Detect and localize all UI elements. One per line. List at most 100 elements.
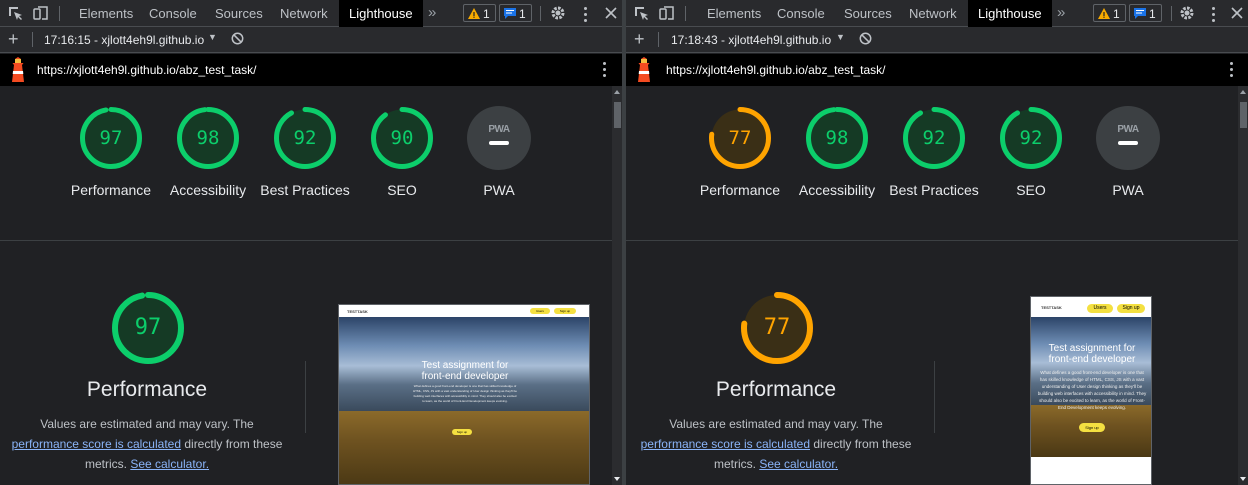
warning-icon — [1098, 8, 1110, 19]
scroll-down-arrow-icon[interactable] — [614, 477, 620, 481]
tab-console[interactable]: Console — [139, 0, 207, 27]
scrollbar-thumb[interactable] — [614, 102, 621, 128]
gauge-best-practices[interactable]: 92 — [273, 106, 337, 170]
gauge-best-practices[interactable]: 92 — [902, 106, 966, 170]
warnings-badge[interactable]: 1 — [1093, 4, 1126, 22]
report-menu-icon[interactable] — [1230, 62, 1233, 80]
report-dropdown-caret-icon[interactable]: ▼ — [208, 32, 217, 42]
performance-big-gauge: 97 — [111, 291, 185, 365]
scrollbar-thumb[interactable] — [1240, 102, 1247, 128]
performance-description: Values are estimated and may vary. The p… — [630, 414, 922, 474]
report-scrollbar[interactable] — [612, 86, 622, 485]
preview-heading: Test assignment for front-end developer — [421, 360, 509, 382]
section-divider — [0, 240, 612, 241]
final-screenshot-thumbnail[interactable]: TESTTASK Users Sign up Test assignment f… — [1030, 296, 1152, 485]
warnings-count: 1 — [483, 7, 490, 21]
preview-hero-button: Sign up — [1079, 423, 1105, 432]
final-screenshot-thumbnail[interactable]: TESTTASK Users Sign up Test assignment f… — [338, 304, 590, 485]
separator — [1171, 6, 1172, 21]
tab-sources[interactable]: Sources — [205, 0, 273, 27]
warnings-badge[interactable]: 1 — [463, 4, 496, 22]
vertical-divider — [305, 361, 306, 433]
gauge-seo[interactable]: 92 — [999, 106, 1063, 170]
more-options-icon[interactable] — [584, 7, 587, 25]
gauge-score: 90 — [390, 127, 414, 149]
more-options-icon[interactable] — [1212, 7, 1215, 25]
preview-paragraph: What defines a good front-end developer … — [413, 384, 517, 403]
performance-description: Values are estimated and may vary. The p… — [1, 414, 293, 474]
message-icon — [504, 8, 516, 19]
gauge-score: 97 — [134, 315, 162, 340]
tab-network[interactable]: Network — [899, 0, 967, 27]
see-calculator-link[interactable]: See calculator. — [759, 457, 838, 471]
more-tabs-chevron-icon[interactable]: » — [428, 0, 436, 27]
gauge-pwa[interactable]: PWA — [467, 106, 531, 170]
clear-all-icon[interactable] — [231, 32, 244, 45]
settings-gear-icon[interactable] — [1178, 4, 1196, 22]
performance-big-gauge: 77 — [740, 291, 814, 365]
new-report-plus-icon[interactable]: + — [8, 28, 19, 50]
tab-console[interactable]: Console — [767, 0, 835, 27]
gauge-performance[interactable]: 97 — [79, 106, 143, 170]
pwa-dash — [489, 141, 509, 145]
see-calculator-link[interactable]: See calculator. — [130, 457, 209, 471]
warnings-count: 1 — [1113, 7, 1120, 21]
report-dropdown-caret-icon[interactable]: ▼ — [836, 32, 845, 42]
messages-badge[interactable]: 1 — [1129, 4, 1162, 22]
settings-gear-icon[interactable] — [549, 4, 567, 22]
gauge-accessibility[interactable]: 98 — [805, 106, 869, 170]
pwa-badge-text: PWA — [488, 124, 510, 135]
report-selector[interactable]: 17:18:43 - xjlott4eh9l.github.io — [671, 33, 831, 47]
report-menu-icon[interactable] — [603, 62, 606, 80]
tab-sources[interactable]: Sources — [834, 0, 902, 27]
clear-all-icon[interactable] — [859, 32, 872, 45]
device-toolbar-icon[interactable] — [658, 4, 676, 22]
close-icon[interactable] — [1228, 4, 1246, 22]
tab-lighthouse[interactable]: Lighthouse — [968, 0, 1052, 27]
scroll-down-arrow-icon[interactable] — [1240, 477, 1246, 481]
report-content: 77 Performance 98 Accessibility 92 Best … — [626, 86, 1238, 485]
gauge-label-accessibility: Accessibility — [169, 182, 247, 198]
tab-lighthouse[interactable]: Lighthouse — [339, 0, 423, 27]
report-selector[interactable]: 17:16:15 - xjlott4eh9l.github.io — [44, 33, 204, 47]
device-toolbar-icon[interactable] — [32, 4, 50, 22]
gauge-label-seo: SEO — [1016, 182, 1046, 198]
inspect-element-icon[interactable] — [632, 4, 650, 22]
hero-field-image — [339, 411, 589, 484]
preview-signup-button: Sign up — [554, 308, 576, 314]
gauge-pwa[interactable]: PWA — [1096, 106, 1160, 170]
scroll-up-arrow-icon[interactable] — [614, 90, 620, 94]
close-icon[interactable] — [602, 4, 620, 22]
preview-header: TESTTASK Users Sign up — [1031, 297, 1151, 317]
tab-elements[interactable]: Elements — [69, 0, 143, 27]
preview-hero-button: Sign up — [452, 429, 472, 435]
lighthouse-toolbar: + 17:18:43 - xjlott4eh9l.github.io ▼ — [626, 27, 1248, 53]
performance-title: Performance — [715, 378, 837, 401]
separator — [685, 6, 686, 21]
report-scrollbar[interactable] — [1238, 86, 1248, 485]
messages-badge[interactable]: 1 — [499, 4, 532, 22]
scroll-up-arrow-icon[interactable] — [1240, 90, 1246, 94]
performance-score-link[interactable]: performance score is calculated — [12, 437, 181, 451]
gauge-accessibility[interactable]: 98 — [176, 106, 240, 170]
gauge-score: 97 — [99, 127, 123, 149]
gauge-label-seo: SEO — [387, 182, 417, 198]
tab-elements[interactable]: Elements — [697, 0, 771, 27]
more-tabs-chevron-icon[interactable]: » — [1057, 0, 1065, 27]
desc-text: metrics. — [713, 457, 760, 471]
gauge-score: 98 — [825, 127, 849, 149]
gauge-performance[interactable]: 77 — [708, 106, 772, 170]
gauge-seo[interactable]: 90 — [370, 106, 434, 170]
separator — [658, 32, 659, 47]
preview-brand: TESTTASK — [347, 309, 368, 314]
desc-text: metrics. — [84, 457, 131, 471]
gauge-score: 77 — [728, 127, 752, 149]
preview-brand: TESTTASK — [1041, 305, 1062, 310]
gauge-label-performance: Performance — [699, 182, 781, 198]
tab-network[interactable]: Network — [270, 0, 338, 27]
inspect-element-icon[interactable] — [6, 4, 24, 22]
new-report-plus-icon[interactable]: + — [634, 28, 645, 50]
gauge-label-best-practices: Best Practices — [260, 182, 350, 198]
report-url: https://xjlott4eh9l.github.io/abz_test_t… — [666, 63, 886, 77]
performance-score-link[interactable]: performance score is calculated — [641, 437, 810, 451]
